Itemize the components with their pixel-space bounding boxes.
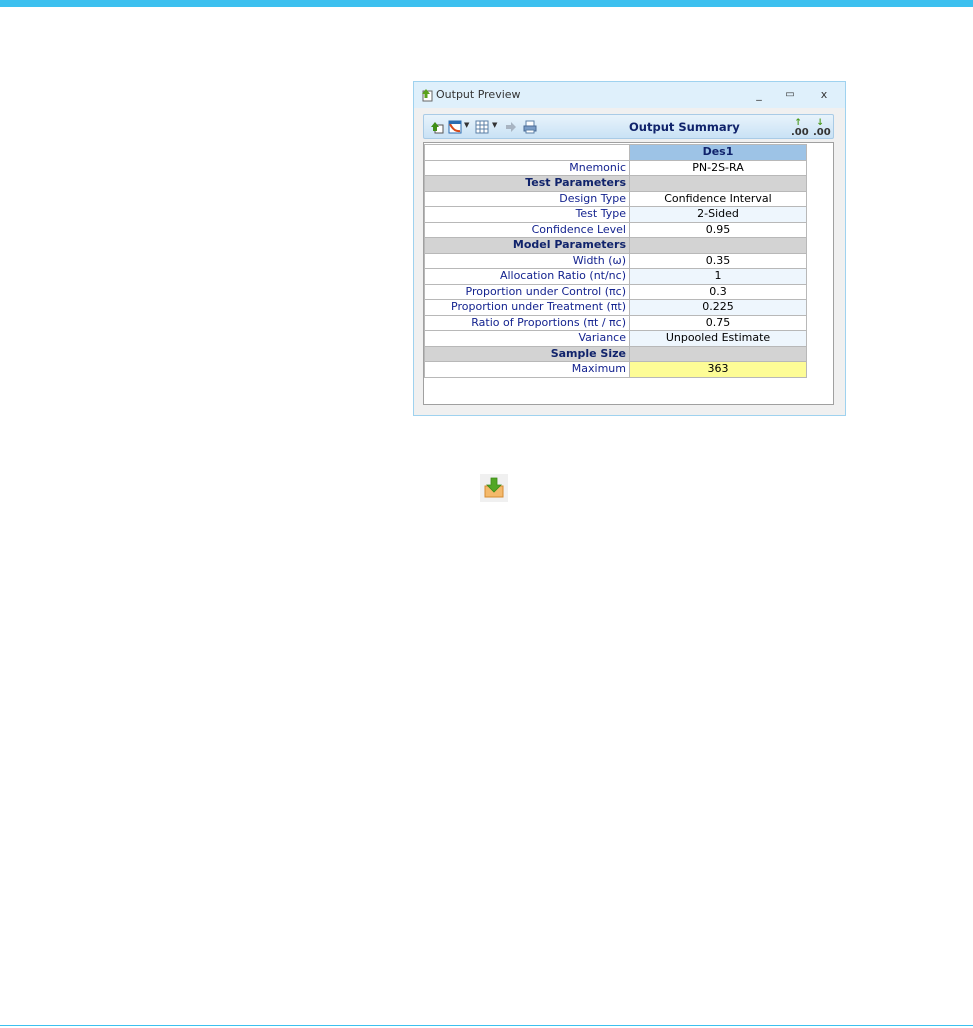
table-row: Variance Unpooled Estimate <box>424 330 807 347</box>
table-dropdown-caret[interactable]: ▼ <box>492 121 497 129</box>
section-label: Model Parameters <box>424 237 630 254</box>
table-row: Test Type 2-Sided <box>424 206 807 223</box>
table-row: Ratio of Proportions (πt / πc) 0.75 <box>424 314 807 331</box>
row-label: Width (ω) <box>424 252 630 269</box>
row-label: Variance <box>424 330 630 347</box>
table-row: Maximum 363 <box>424 361 807 378</box>
section-label: Test Parameters <box>424 175 630 192</box>
table-row: Confidence Level 0.95 <box>424 221 807 238</box>
decrease-decimal-icon[interactable]: ↓ .00 <box>813 118 831 138</box>
maximize-button[interactable]: ▭ <box>781 86 799 104</box>
row-value[interactable]: 0.35 <box>629 252 807 269</box>
output-preview-icon <box>422 89 433 102</box>
summary-table: Des1 Mnemonic PN-2S-RA Test Parameters Desi… <box>424 144 807 378</box>
row-value[interactable]: 1 <box>629 268 807 285</box>
section-header-row: Sample Size <box>424 345 807 362</box>
row-value[interactable]: 0.75 <box>629 314 807 331</box>
window-title: Output Preview <box>436 88 521 101</box>
download-icon[interactable] <box>480 474 508 502</box>
row-label: Proportion under Control (πc) <box>424 283 630 300</box>
row-value[interactable]: PN-2S-RA <box>629 159 807 176</box>
row-label: Ratio of Proportions (πt / πc) <box>424 314 630 331</box>
output-preview-window: Output Preview _ ▭ x ▼ ▼ Output Summary … <box>413 81 846 416</box>
section-blank-cell <box>629 175 807 192</box>
row-value[interactable]: Unpooled Estimate <box>629 330 807 347</box>
export-icon[interactable] <box>430 120 444 134</box>
table-header-row: Des1 <box>424 144 807 161</box>
print-icon[interactable] <box>523 120 537 134</box>
row-label: Confidence Level <box>424 221 630 238</box>
section-label: Sample Size <box>424 345 630 362</box>
section-blank-cell <box>629 345 807 362</box>
row-label: Test Type <box>424 206 630 223</box>
table-row: Mnemonic PN-2S-RA <box>424 159 807 176</box>
row-label: Design Type <box>424 190 630 207</box>
minimize-button[interactable]: _ <box>750 86 768 104</box>
row-value[interactable]: 0.95 <box>629 221 807 238</box>
chart-dropdown-caret[interactable]: ▼ <box>464 121 469 129</box>
close-button[interactable]: x <box>815 86 833 104</box>
output-toolbar: ▼ ▼ Output Summary ↑ .00 ↓ .00 <box>423 114 834 139</box>
window-titlebar[interactable]: Output Preview _ ▭ x <box>414 82 845 108</box>
table-row: Width (ω) 0.35 <box>424 252 807 269</box>
bottom-accent-line <box>0 1025 973 1026</box>
top-accent-bar <box>0 0 973 7</box>
row-value[interactable]: 0.225 <box>629 299 807 316</box>
table-icon[interactable] <box>475 120 489 134</box>
increase-decimal-icon[interactable]: ↑ .00 <box>791 118 809 138</box>
row-value[interactable]: 2-Sided <box>629 206 807 223</box>
toolbar-title: Output Summary <box>629 120 740 134</box>
arrows-icon[interactable] <box>504 120 518 134</box>
row-value[interactable]: 0.3 <box>629 283 807 300</box>
column-header-des1[interactable]: Des1 <box>629 144 807 161</box>
header-blank-cell <box>424 144 630 161</box>
row-label: Mnemonic <box>424 159 630 176</box>
output-summary-panel: Des1 Mnemonic PN-2S-RA Test Parameters Desi… <box>423 142 834 405</box>
table-row: Proportion under Treatment (πt) 0.225 <box>424 299 807 316</box>
table-row: Design Type Confidence Interval <box>424 190 807 207</box>
section-blank-cell <box>629 237 807 254</box>
row-value[interactable]: Confidence Interval <box>629 190 807 207</box>
section-header-row: Model Parameters <box>424 237 807 254</box>
row-label: Proportion under Treatment (πt) <box>424 299 630 316</box>
row-label: Allocation Ratio (nt/nc) <box>424 268 630 285</box>
table-row: Proportion under Control (πc) 0.3 <box>424 283 807 300</box>
chart-icon[interactable] <box>448 120 462 134</box>
table-row: Allocation Ratio (nt/nc) 1 <box>424 268 807 285</box>
row-value[interactable]: 363 <box>629 361 807 378</box>
row-label: Maximum <box>424 361 630 378</box>
section-header-row: Test Parameters <box>424 175 807 192</box>
